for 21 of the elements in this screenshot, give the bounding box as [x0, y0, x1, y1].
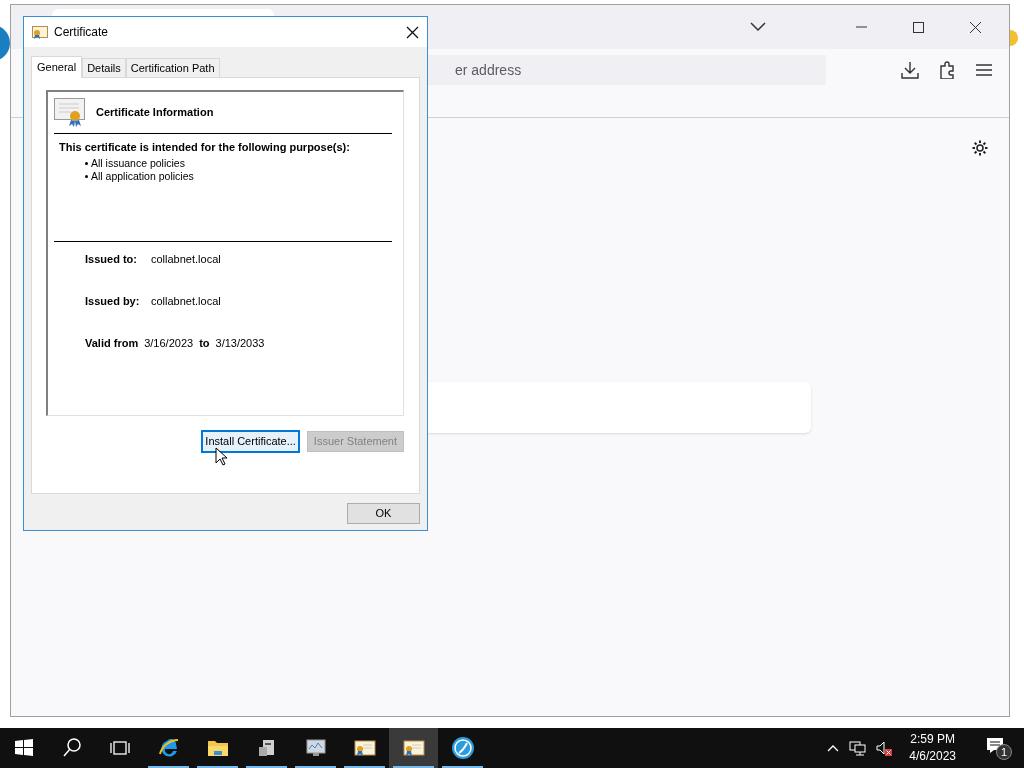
clock-date: 4/6/2023	[909, 748, 956, 765]
tab[interactable]: Certification Path	[125, 58, 220, 77]
field-value: collabnet.local	[151, 251, 221, 267]
button[interactable]: Install Certificate...	[202, 431, 299, 452]
field-label: Issued by:	[85, 293, 141, 309]
field-label: Valid from	[85, 335, 139, 351]
clock-time: 2:59 PM	[910, 731, 955, 748]
purpose-title: This certificate is intended for the following purpose(s):	[58, 140, 351, 155]
ok-button[interactable]: OK	[347, 503, 420, 524]
tab[interactable]: Details	[82, 58, 126, 77]
field-label: Issued to:	[85, 251, 138, 267]
field-label: to	[199, 335, 210, 351]
purpose-item: All issuance policies	[91, 156, 185, 170]
window-title: Certificate	[54, 24, 110, 41]
field-value: 3/16/2023	[144, 335, 194, 351]
tab[interactable]: General	[31, 56, 83, 78]
notification-badge: 1	[996, 744, 1012, 760]
field-value: 3/13/2033	[215, 335, 265, 351]
purpose-item: All application policies	[91, 169, 194, 183]
certificate-heading: Certificate Information	[96, 105, 214, 121]
field-value: collabnet.local	[151, 293, 221, 309]
